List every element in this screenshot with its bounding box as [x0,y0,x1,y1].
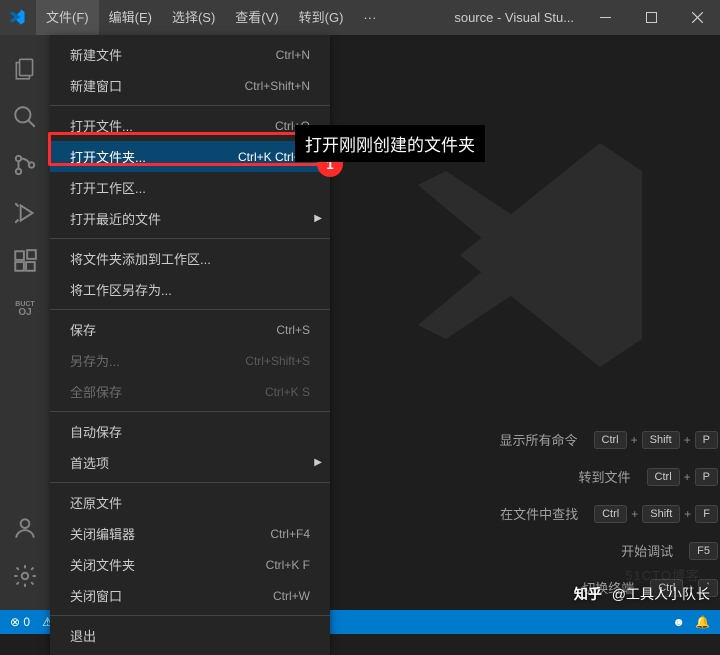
menu-item-label: 打开文件... [70,116,133,135]
key: F [695,505,718,523]
menu-item[interactable]: 打开最近的文件 ▶ [50,203,330,234]
settings-gear-icon[interactable] [1,552,49,600]
menu-item[interactable]: 关闭文件夹 Ctrl+K F [50,549,330,580]
vscode-logo-icon [8,8,28,28]
hint-row: 在文件中查找 Ctrl+ Shift+ F [390,504,720,523]
menu-item-label: 全部保存 [70,382,122,401]
menu-item-shortcut: Ctrl+W [273,589,310,603]
menu-item-label: 将工作区另存为... [70,280,172,299]
menu-item-label: 首选项 [70,453,109,472]
menu-selection[interactable]: 选择(S) [162,0,225,35]
chevron-right-icon: ▶ [314,457,322,468]
menu-item[interactable]: 打开文件夹...Ctrl+K Ctrl+O [50,141,330,172]
oj-icon[interactable]: BUCTOJ [1,285,49,333]
menu-item-shortcut: Ctrl+Shift+S [245,354,310,368]
menu-edit[interactable]: 编辑(E) [99,0,162,35]
menu-item-label: 还原文件 [70,493,122,512]
menu-item[interactable]: 自动保存 [50,416,330,447]
debug-icon[interactable] [1,189,49,237]
status-errors[interactable]: ⊗ 0 [10,615,30,629]
menu-item-shortcut: Ctrl+S [276,323,310,337]
menu-separator [50,238,330,239]
menu-item-label: 打开工作区... [70,178,146,197]
zhihu-logo: 知乎 [574,586,602,602]
key: Shift [642,505,680,523]
menu-item[interactable]: 保存 Ctrl+S [50,314,330,345]
menu-file[interactable]: 文件(F) [36,0,99,35]
author-name: @工具人小队长 [612,586,710,602]
source-control-icon[interactable] [1,141,49,189]
menu-separator [50,105,330,106]
menu-item-shortcut: Ctrl+N [276,48,310,62]
menu-item[interactable]: 首选项 ▶ [50,447,330,478]
menu-item-label: 关闭编辑器 [70,524,135,543]
search-icon[interactable] [1,93,49,141]
hint-row: 开始调试 F5 [390,541,720,560]
menu-separator [50,309,330,310]
menu-item-label: 将文件夹添加到工作区... [70,249,211,268]
key: Shift [642,431,680,449]
account-icon[interactable] [1,504,49,552]
menu-item-shortcut: Ctrl+F4 [270,527,310,541]
menu-separator [50,482,330,483]
activity-bar: BUCTOJ [0,35,50,610]
menu-item[interactable]: 还原文件 [50,487,330,518]
tutorial-annotation: 打开刚刚创建的文件夹 [295,125,485,162]
menu-item-label: 新建文件 [70,45,122,64]
menu-item[interactable]: 关闭窗口 Ctrl+W [50,580,330,611]
hint-row: 显示所有命令 Ctrl+ Shift+ P [390,430,720,449]
key: P [695,468,718,486]
menu-item-label: 打开文件夹... [70,147,146,166]
extensions-icon[interactable] [1,237,49,285]
menu-item-label: 关闭文件夹 [70,555,135,574]
titlebar: 文件(F) 编辑(E) 选择(S) 查看(V) 转到(G) ··· source… [0,0,720,35]
feedback-icon[interactable]: ☻ [672,615,685,629]
minimize-button[interactable] [582,0,628,35]
menu-item-shortcut: Ctrl+K S [265,385,310,399]
menu-item: 另存为... Ctrl+Shift+S [50,345,330,376]
menu-separator [50,411,330,412]
menu-item[interactable]: 退出 [50,620,330,651]
notification-bell-icon[interactable]: 🔔 [695,615,710,629]
menu-item-label: 退出 [70,626,96,645]
menu-item-label: 打开最近的文件 [70,209,161,228]
menu-item-label: 关闭窗口 [70,586,122,605]
menu-item-label: 新建窗口 [70,76,122,95]
key: Ctrl [647,468,680,486]
watermark: 51CTO博客 [625,565,700,584]
file-menu-dropdown: 新建文件Ctrl+N新建窗口Ctrl+Shift+N打开文件...Ctrl+O打… [50,35,330,655]
window-controls [582,0,720,35]
menu-item[interactable]: 打开工作区... [50,172,330,203]
hint-row: 转到文件 Ctrl+ P [390,467,720,486]
menu-view[interactable]: 查看(V) [225,0,288,35]
close-button[interactable] [674,0,720,35]
menu-item-shortcut: Ctrl+K F [266,558,310,572]
explorer-icon[interactable] [1,45,49,93]
menu-item-shortcut: Ctrl+Shift+N [245,79,310,93]
key: P [695,431,718,449]
menu-overflow[interactable]: ··· [353,0,386,35]
menu-item[interactable]: 打开文件...Ctrl+O [50,110,330,141]
menu-item-label: 自动保存 [70,422,122,441]
menu-item[interactable]: 将文件夹添加到工作区... [50,243,330,274]
key: F5 [689,542,718,560]
author-credit: 知乎 @工具人小队长 [574,584,710,604]
menu-item[interactable]: 将工作区另存为... [50,274,330,305]
menu-item-label: 另存为... [70,351,120,370]
menu-go[interactable]: 转到(G) [289,0,354,35]
menu-item[interactable]: 关闭编辑器 Ctrl+F4 [50,518,330,549]
menu-item[interactable]: 新建文件 Ctrl+N [50,39,330,70]
key: Ctrl [594,505,627,523]
menu-item: 全部保存 Ctrl+K S [50,376,330,407]
menubar: 文件(F) 编辑(E) 选择(S) 查看(V) 转到(G) ··· [36,0,386,35]
menu-separator [50,615,330,616]
menu-item-label: 保存 [70,320,96,339]
chevron-right-icon: ▶ [314,213,322,224]
maximize-button[interactable] [628,0,674,35]
window-title: source - Visual Stu... [386,10,582,25]
key: Ctrl [594,431,627,449]
menu-item[interactable]: 新建窗口 Ctrl+Shift+N [50,70,330,101]
